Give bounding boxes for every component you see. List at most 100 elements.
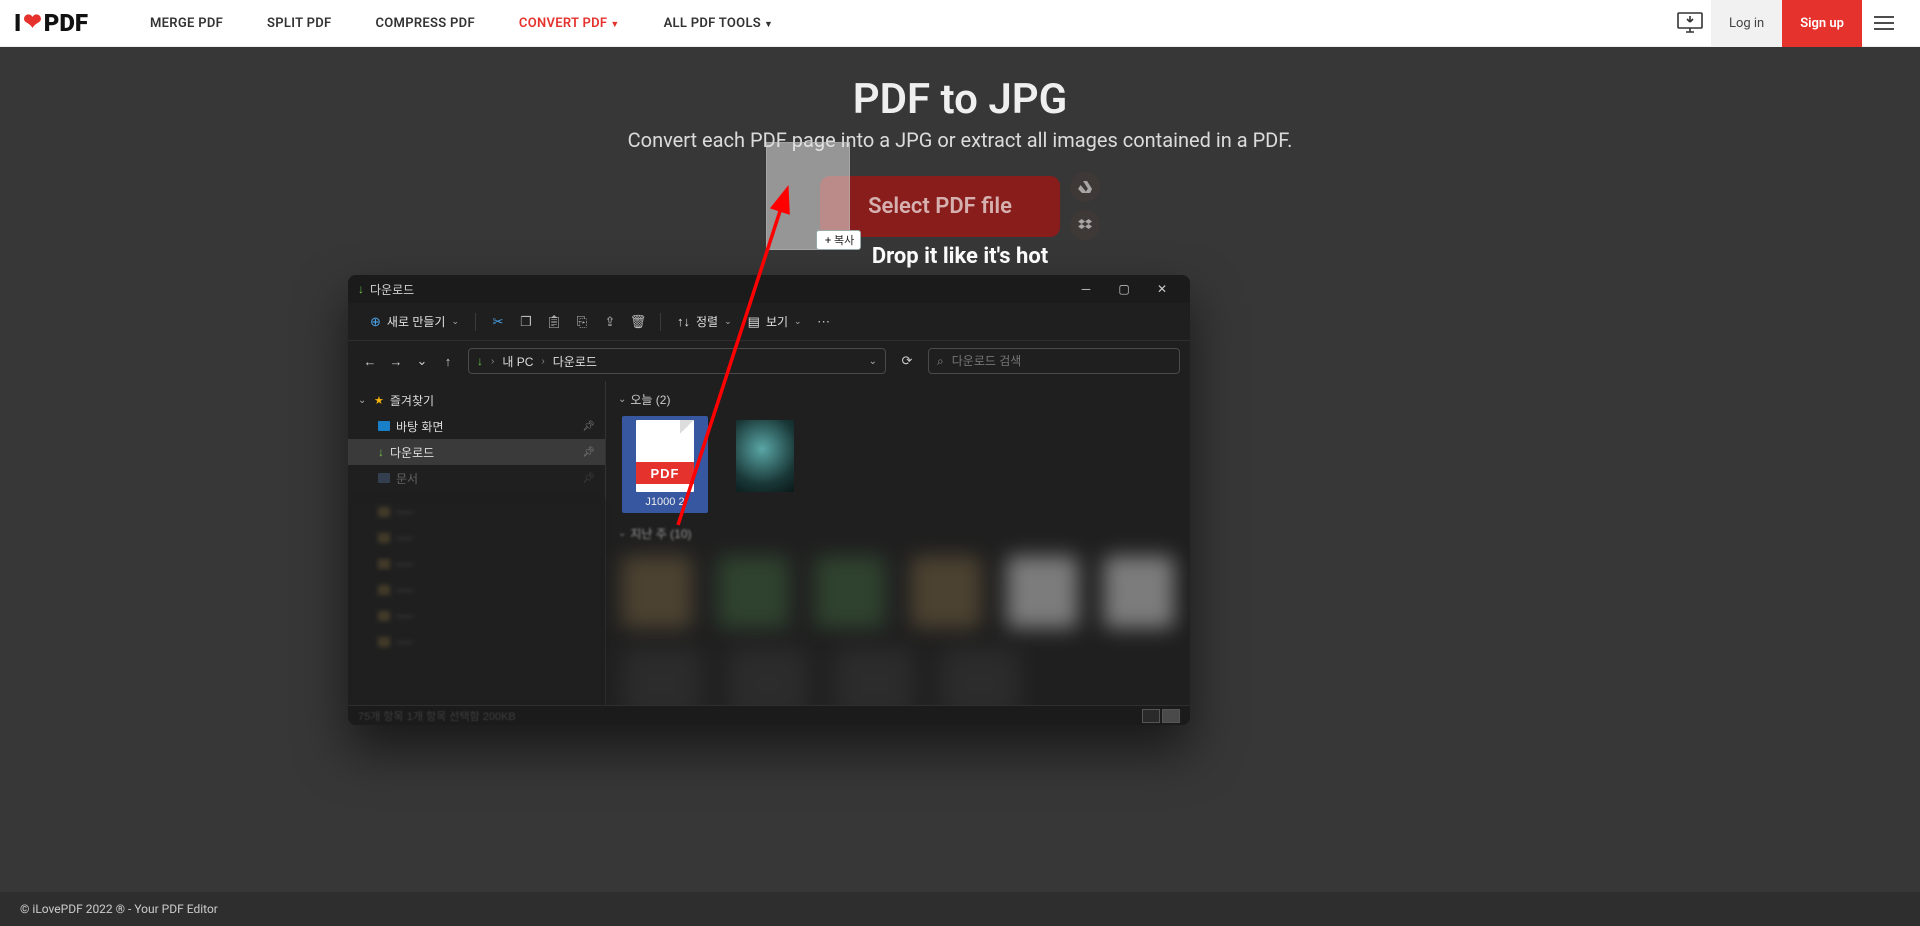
more-icon[interactable]: ⋯: [810, 308, 838, 336]
logo[interactable]: I ❤ PDF: [14, 9, 88, 37]
nav-convert-pdf[interactable]: CONVERT PDF▼: [497, 16, 642, 31]
search-box[interactable]: ⌕: [928, 348, 1180, 374]
window-title: ↓ 다운로드: [358, 281, 414, 298]
forward-button[interactable]: →: [384, 349, 408, 373]
sidebar-documents[interactable]: 문서📌︎: [348, 465, 605, 491]
explorer-body: ⌄★즐겨찾기 바탕 화면📌︎ ↓다운로드📌︎ 문서📌︎ ── ── ── ── …: [348, 381, 1190, 705]
file-pane[interactable]: ⌄오늘 (2) PDF J1000 2 ⌄지난 주 (10): [606, 381, 1190, 705]
sidebar-blurred-region: ── ── ── ── ── ──: [348, 499, 605, 705]
pin-icon: 📌︎: [582, 447, 595, 458]
folder-icon: [378, 473, 390, 483]
image-thumbnail: [736, 420, 794, 492]
dropbox-button[interactable]: [1070, 210, 1100, 240]
icons-view-button[interactable]: [1162, 709, 1180, 723]
page-subtitle: Convert each PDF page into a JPG or extr…: [0, 128, 1920, 152]
sidebar: ⌄★즐겨찾기 바탕 화면📌︎ ↓다운로드📌︎ 문서📌︎ ── ── ── ── …: [348, 381, 606, 705]
page-body: PDF to JPG Convert each PDF page into a …: [0, 47, 1920, 926]
nav-right: Log in Sign up: [1669, 0, 1906, 47]
drag-tooltip: + 복사: [816, 230, 861, 250]
plus-circle-icon: ⊕: [370, 314, 381, 330]
chevron-right-icon: ›: [491, 356, 494, 367]
nav-split-pdf[interactable]: SPLIT PDF: [245, 16, 353, 31]
nav-items: MERGE PDF SPLIT PDF COMPRESS PDF CONVERT…: [128, 16, 795, 31]
sidebar-favorites[interactable]: ⌄★즐겨찾기: [348, 387, 605, 413]
sort-button[interactable]: ↑↓정렬⌄: [669, 309, 740, 334]
drop-hint-text: Drop it like it's hot: [872, 244, 1048, 269]
blurred-files-row: [618, 546, 1178, 638]
page-fold-icon: [680, 420, 694, 434]
footer: © iLovePDF 2022 ® - Your PDF Editor: [0, 892, 1920, 926]
view-button[interactable]: ▤보기⌄: [740, 309, 810, 334]
search-input[interactable]: [952, 354, 1171, 368]
login-button[interactable]: Log in: [1711, 0, 1782, 47]
nav-all-tools[interactable]: ALL PDF TOOLS▼: [642, 16, 796, 31]
pin-icon: 📌︎: [582, 421, 595, 432]
recent-dropdown[interactable]: ⌄: [410, 349, 434, 373]
breadcrumb-segment[interactable]: 다운로드: [553, 353, 597, 370]
status-text: 75개 항목 1개 항목 선택함 200KB: [358, 708, 516, 724]
paste-icon[interactable]: 📋︎: [540, 308, 568, 336]
chevron-down-icon[interactable]: ⌄: [869, 356, 877, 367]
rename-icon[interactable]: ⎘: [568, 308, 596, 336]
page-title: PDF to JPG: [0, 75, 1920, 124]
download-folder-icon: ↓: [358, 282, 364, 296]
logo-text-pdf: PDF: [44, 9, 88, 37]
nav-arrows: ← → ⌄ ↑: [358, 349, 460, 373]
download-folder-icon: ↓: [477, 354, 483, 368]
view-icon: ▤: [748, 314, 760, 330]
sidebar-downloads[interactable]: ↓다운로드📌︎: [348, 439, 605, 465]
group-header-today[interactable]: ⌄오늘 (2): [618, 387, 1178, 412]
nav-compress-pdf[interactable]: COMPRESS PDF: [353, 16, 496, 31]
cut-icon[interactable]: ✂: [484, 308, 512, 336]
select-area: Select PDF file: [820, 172, 1100, 240]
address-bar[interactable]: ↓ › 내 PC › 다운로드 ⌄: [468, 348, 886, 374]
hamburger-icon[interactable]: [1862, 0, 1906, 47]
heart-icon: ❤: [23, 10, 41, 35]
chevron-down-icon: ⌄: [724, 316, 732, 327]
delete-icon[interactable]: 🗑︎: [624, 308, 652, 336]
sidebar-desktop[interactable]: 바탕 화면📌︎: [348, 413, 605, 439]
minimize-button[interactable]: ─: [1068, 278, 1104, 300]
file-item-image[interactable]: [722, 416, 808, 513]
pin-icon: 📌︎: [582, 473, 595, 484]
blurred-files-row: [618, 638, 1178, 705]
file-grid-today: PDF J1000 2: [618, 412, 1178, 521]
command-bar: ⊕새로 만들기⌄ ✂ ❐ 📋︎ ⎘ ⇪ 🗑︎ ↑↓정렬⌄ ▤보기⌄ ⋯: [348, 303, 1190, 341]
signup-button[interactable]: Sign up: [1782, 0, 1862, 47]
search-icon: ⌕: [937, 354, 944, 369]
desktop-icon: [378, 421, 390, 431]
share-icon[interactable]: ⇪: [596, 308, 624, 336]
cloud-buttons: [1070, 172, 1100, 240]
select-pdf-button[interactable]: Select PDF file: [820, 176, 1060, 237]
group-header-lastweek[interactable]: ⌄지난 주 (10): [618, 521, 1178, 546]
nav-merge-pdf[interactable]: MERGE PDF: [128, 16, 245, 31]
chevron-down-icon: ⌄: [794, 316, 802, 327]
file-item-pdf[interactable]: PDF J1000 2: [622, 416, 708, 513]
nav-bar: ← → ⌄ ↑ ↓ › 내 PC › 다운로드 ⌄ ⟳ ⌕: [348, 341, 1190, 381]
google-drive-button[interactable]: [1070, 172, 1100, 202]
maximize-button[interactable]: ▢: [1106, 278, 1142, 300]
status-bar: 75개 항목 1개 항목 선택함 200KB: [348, 705, 1190, 725]
caret-icon: ▼: [610, 20, 619, 30]
new-button[interactable]: ⊕새로 만들기⌄: [362, 309, 467, 334]
close-button[interactable]: ✕: [1144, 278, 1180, 300]
caret-icon: ▼: [764, 20, 773, 30]
chevron-down-icon: ⌄: [358, 395, 368, 406]
view-toggles: [1142, 709, 1180, 723]
back-button[interactable]: ←: [358, 349, 382, 373]
window-controls: ─ ▢ ✕: [1068, 278, 1180, 300]
star-icon: ★: [374, 394, 384, 407]
up-button[interactable]: ↑: [436, 349, 460, 373]
breadcrumb-segment[interactable]: 내 PC: [502, 353, 533, 370]
titlebar[interactable]: ↓ 다운로드 ─ ▢ ✕: [348, 275, 1190, 303]
file-name: J1000 2: [624, 496, 706, 509]
details-view-button[interactable]: [1142, 709, 1160, 723]
copy-icon[interactable]: ❐: [512, 308, 540, 336]
desktop-download-icon[interactable]: [1669, 0, 1711, 47]
logo-text-i: I: [14, 9, 21, 37]
download-folder-icon: ↓: [378, 445, 384, 459]
chevron-down-icon: ⌄: [451, 316, 459, 327]
chevron-down-icon: ⌄: [618, 394, 626, 405]
chevron-right-icon: ›: [541, 356, 544, 367]
refresh-button[interactable]: ⟳: [894, 348, 920, 374]
